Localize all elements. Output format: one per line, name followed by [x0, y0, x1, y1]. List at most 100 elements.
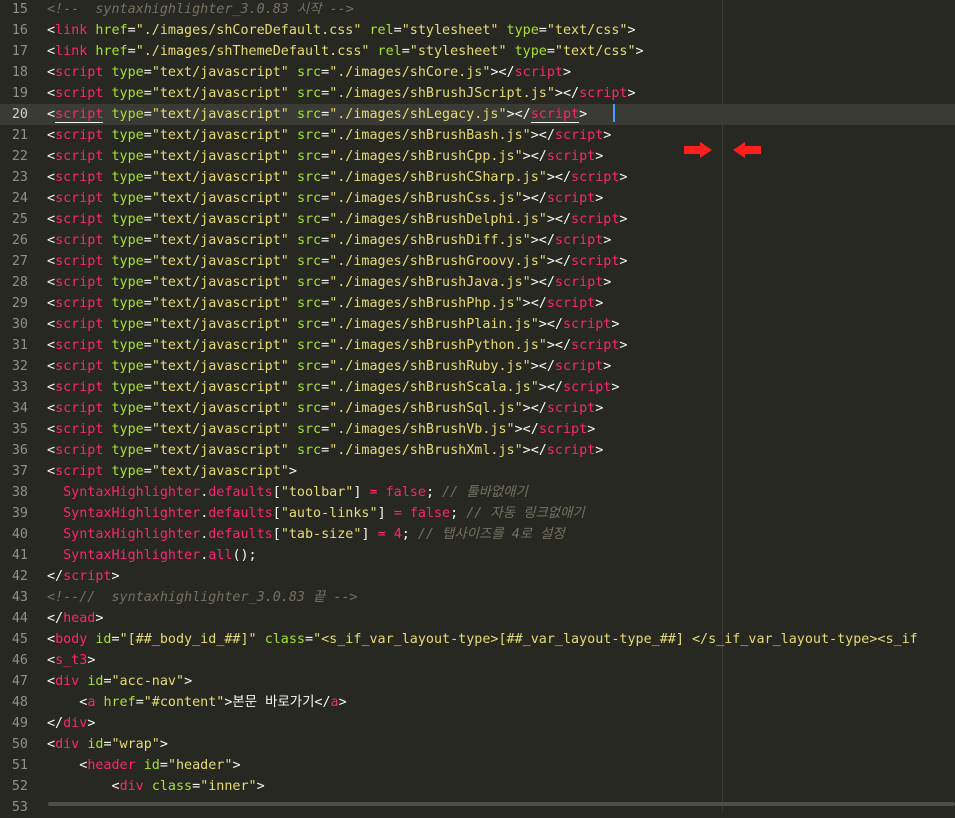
code-token: ></: [530, 233, 555, 248]
code-text: </head>: [47, 608, 103, 629]
code-line[interactable]: 27 <script type="text/javascript" src="./…: [0, 251, 955, 272]
code-token: <: [47, 149, 56, 164]
code-line[interactable]: 23 <script type="text/javascript" src="./…: [0, 167, 955, 188]
code-token: ]: [377, 506, 394, 521]
code-token: >: [87, 716, 96, 731]
code-line[interactable]: 50 <div id="wrap">: [0, 734, 955, 755]
code-token: src: [296, 107, 322, 122]
code-token: defaults: [208, 485, 273, 500]
code-line[interactable]: 19 <script type="text/javascript" src="./…: [0, 83, 955, 104]
code-line[interactable]: 29 <script type="text/javascript" src="./…: [0, 293, 955, 314]
code-line[interactable]: 46 <s_t3>: [0, 650, 955, 671]
code-line[interactable]: 45 <body id="[##_body_id_##]" class="<s_i…: [0, 629, 955, 650]
code-line[interactable]: 33 <script type="text/javascript" src="./…: [0, 377, 955, 398]
code-token: ></: [546, 338, 572, 353]
code-text: <script type="text/javascript" src="./im…: [47, 419, 595, 440]
code-token: ></: [522, 443, 547, 458]
code-token: id: [87, 737, 104, 752]
code-line[interactable]: 43 <!--// syntaxhighlighter_3.0.83 끝 -->: [0, 587, 955, 608]
code-token: "./images/shLegacy.js": [329, 107, 507, 122]
code-token: SyntaxHighlighter: [63, 485, 201, 500]
code-token: =: [321, 422, 330, 437]
code-token: =: [401, 44, 410, 59]
code-token: =: [369, 485, 378, 500]
code-text: <script type="text/javascript" src="./im…: [47, 293, 603, 314]
code-token: >: [619, 254, 628, 269]
code-token: =: [393, 23, 402, 38]
code-line[interactable]: 31 <script type="text/javascript" src="./…: [0, 335, 955, 356]
code-token: script: [55, 128, 104, 143]
code-text: <script type="text/javascript" src="./im…: [47, 356, 611, 377]
code-token: <: [47, 65, 56, 80]
code-line[interactable]: 20 <script type="text/javascript" src="./…: [0, 104, 955, 125]
code-line[interactable]: 42 </script>: [0, 566, 955, 587]
code-token: script: [562, 317, 612, 332]
code-line[interactable]: 16 <link href="./images/shCoreDefault.css…: [0, 20, 955, 41]
code-line[interactable]: 48 <a href="#content">본문 바로가기</a>: [0, 692, 955, 713]
code-token: <: [47, 737, 56, 752]
code-line[interactable]: 17 <link href="./images/shThemeDefault.cs…: [0, 41, 955, 62]
code-token: "./images/shBrushXml.js": [329, 443, 523, 458]
code-token: defaults: [208, 506, 273, 521]
code-line[interactable]: 53: [0, 797, 955, 818]
line-number: 20: [11, 107, 28, 122]
code-line[interactable]: 39 SyntaxHighlighter.defaults["auto-link…: [0, 503, 955, 524]
code-line[interactable]: 51 <header id="header">: [0, 755, 955, 776]
code-text: <!--// syntaxhighlighter_3.0.83 끝 -->: [47, 587, 358, 608]
code-token: body: [55, 632, 88, 647]
code-line[interactable]: 49 </div>: [0, 713, 955, 734]
code-token: ></: [546, 254, 572, 269]
code-line[interactable]: 24 <script type="text/javascript" src="./…: [0, 188, 955, 209]
code-line[interactable]: 40 SyntaxHighlighter.defaults["tab-size"…: [0, 524, 955, 545]
code-editor[interactable]: 15 <!-- syntaxhighlighter_3.0.83 시작 --> 16…: [0, 0, 955, 815]
code-line[interactable]: 52 <div class="inner">: [0, 776, 955, 797]
code-line[interactable]: 41 SyntaxHighlighter.all();: [0, 545, 955, 566]
code-token: "text/javascript": [151, 380, 289, 395]
code-line[interactable]: 21 <script type="text/javascript" src="./…: [0, 125, 955, 146]
code-token: "./images/shThemeDefault.css": [135, 44, 370, 59]
code-line[interactable]: 30 <script type="text/javascript" src="./…: [0, 314, 955, 335]
line-number: 51: [11, 758, 28, 773]
code-token: type: [111, 233, 144, 248]
code-token: =: [103, 674, 112, 689]
code-token: <: [47, 380, 56, 395]
code-token: >: [595, 296, 604, 311]
code-line[interactable]: 15 <!-- syntaxhighlighter_3.0.83 시작 -->: [0, 0, 955, 20]
code-token: div: [55, 674, 80, 689]
code-token: script: [55, 86, 104, 101]
code-line[interactable]: 28 <script type="text/javascript" src="./…: [0, 272, 955, 293]
code-line[interactable]: 35 <script type="text/javascript" src="./…: [0, 419, 955, 440]
code-token: 4: [393, 527, 402, 542]
code-line[interactable]: 37 <script type="text/javascript">: [0, 461, 955, 482]
line-number: 37: [11, 464, 28, 479]
code-token: "./images/shBrushCSharp.js": [329, 170, 547, 185]
code-token: ;: [450, 506, 467, 521]
code-line[interactable]: 18 <script type="text/javascript" src="./…: [0, 62, 955, 83]
code-token: [: [272, 485, 281, 500]
code-token: // 탭사이즈를 4로 설정: [417, 527, 565, 542]
code-token: >: [619, 212, 628, 227]
code-token: =: [538, 23, 547, 38]
code-line[interactable]: 44 </head>: [0, 608, 955, 629]
code-line[interactable]: 32 <script type="text/javascript" src="./…: [0, 356, 955, 377]
code-text: <a href="#content">본문 바로가기</a>: [47, 692, 346, 713]
code-token: script: [546, 191, 596, 206]
code-line[interactable]: 34 <script type="text/javascript" src="./…: [0, 398, 955, 419]
code-line[interactable]: 38 SyntaxHighlighter.defaults["toolbar"]…: [0, 482, 955, 503]
code-token: "<s_if_var_layout-type>[##_var_layout-ty…: [313, 632, 918, 647]
code-line[interactable]: 36 <script type="text/javascript" src="./…: [0, 440, 955, 461]
code-line[interactable]: 25 <script type="text/javascript" src="./…: [0, 209, 955, 230]
horizontal-scrollbar[interactable]: [48, 802, 955, 806]
code-token: type: [111, 380, 144, 395]
code-token: ();: [232, 548, 257, 563]
code-token: script: [55, 170, 104, 185]
code-line[interactable]: 22 <script type="text/javascript" src="./…: [0, 146, 955, 167]
code-line[interactable]: 26 <script type="text/javascript" src="./…: [0, 230, 955, 251]
code-line[interactable]: 47 <div id="acc-nav">: [0, 671, 955, 692]
code-token: script: [554, 275, 604, 290]
